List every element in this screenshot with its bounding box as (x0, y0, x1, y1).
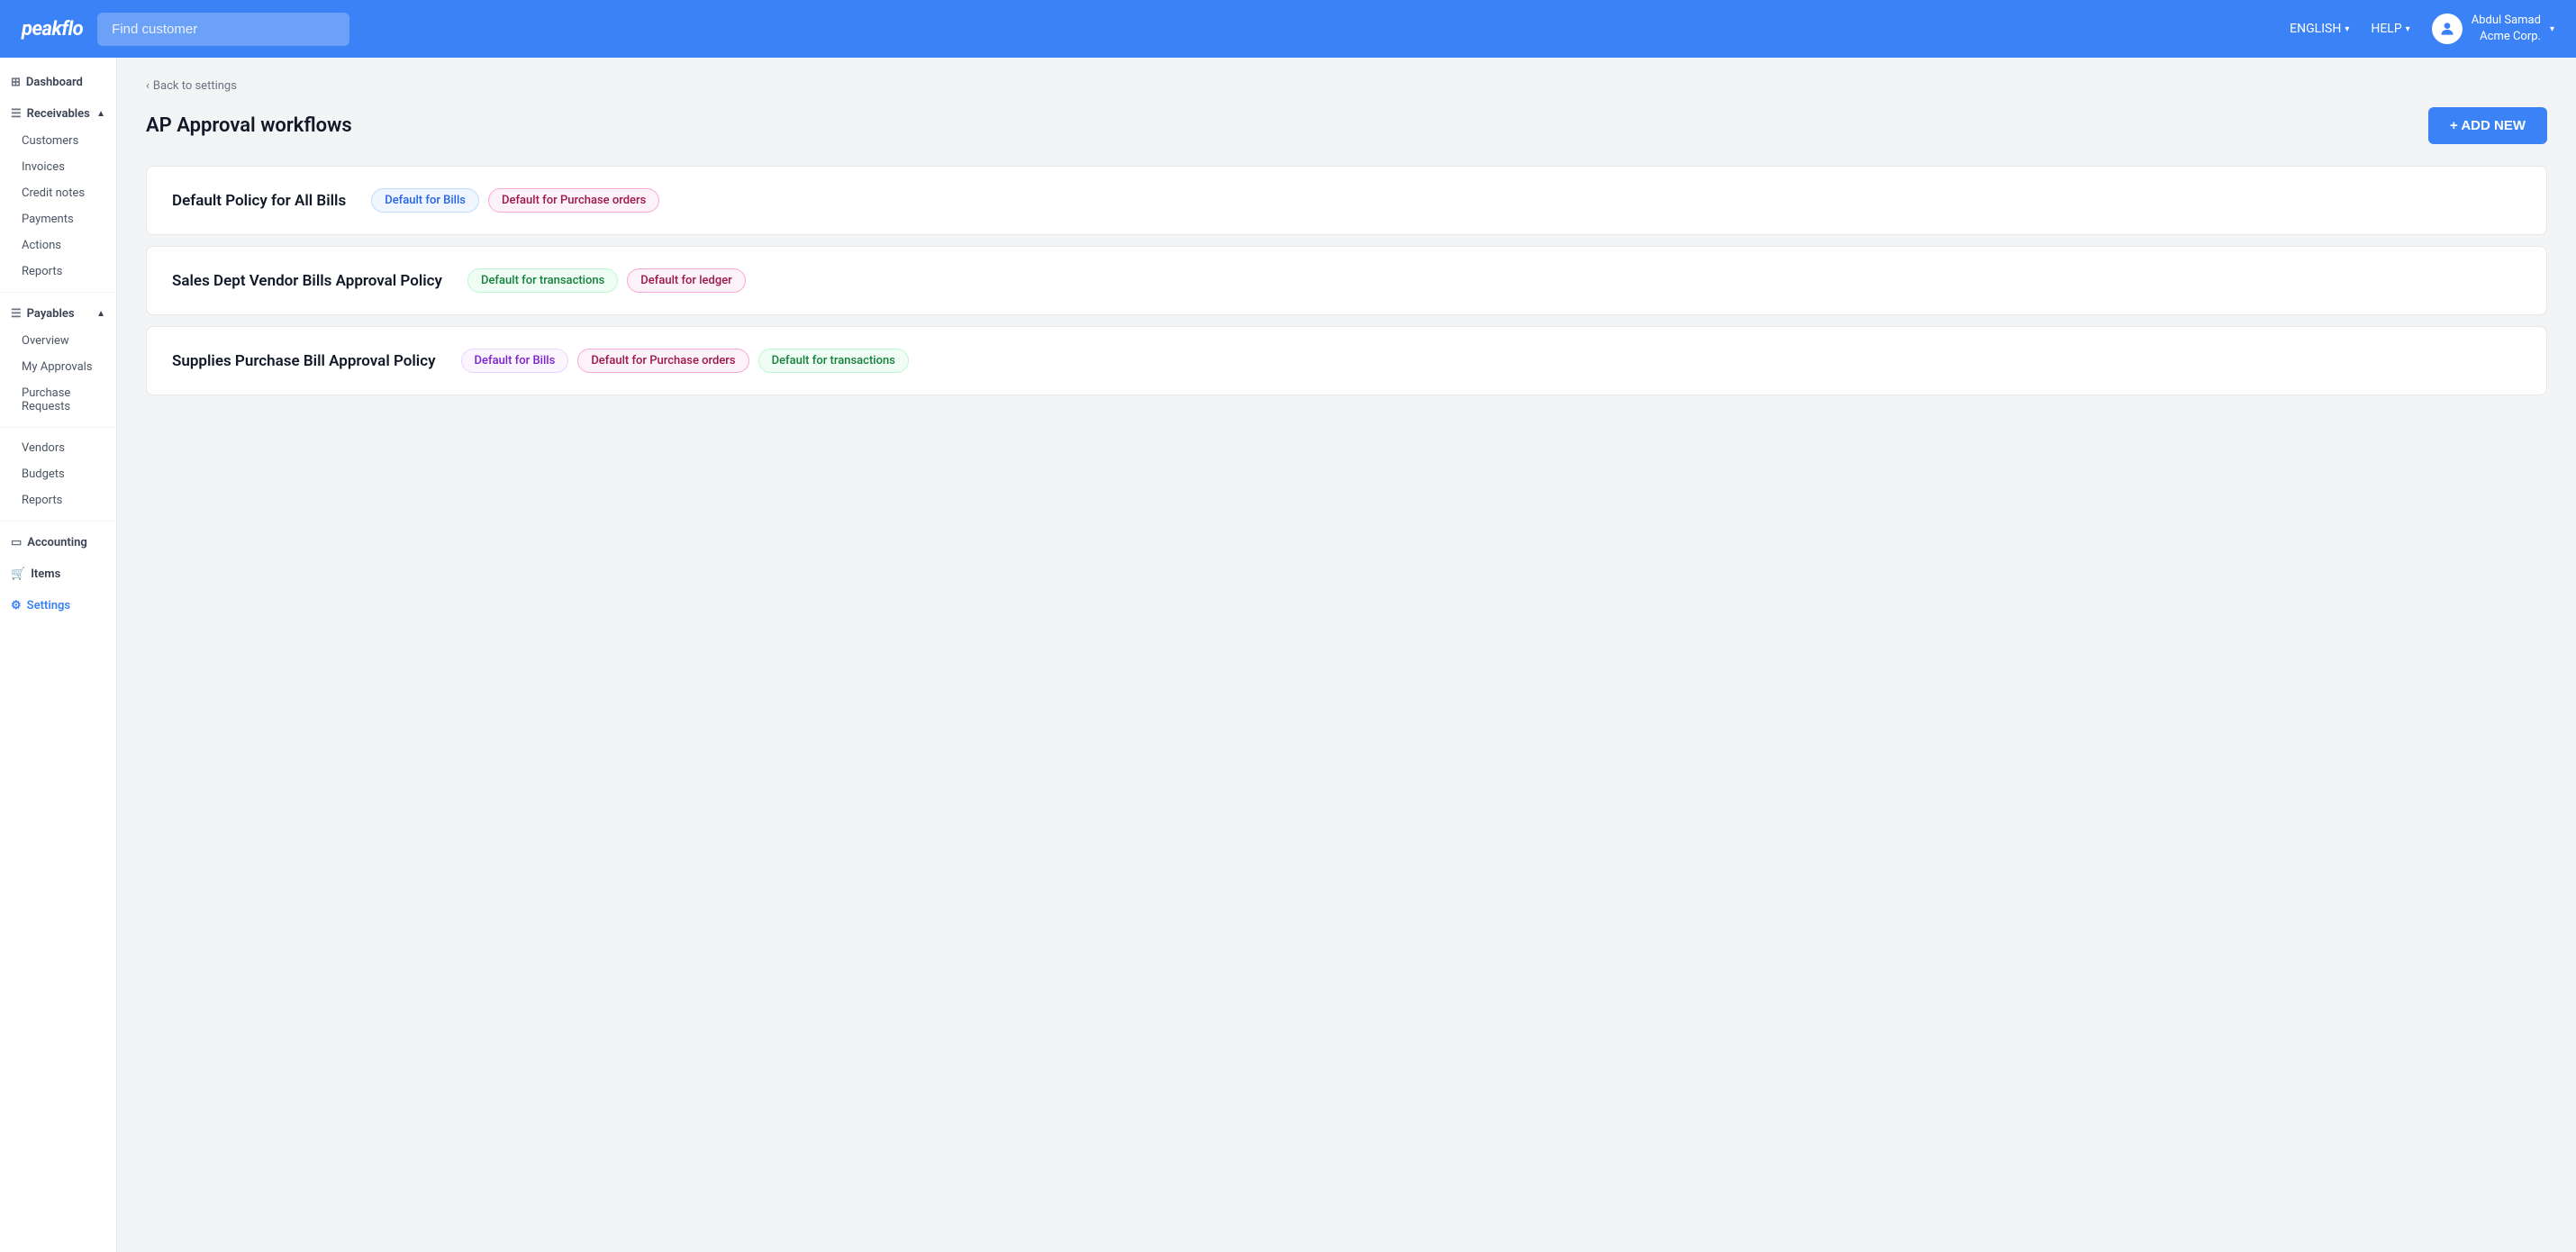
sidebar-divider-3 (0, 521, 116, 522)
policy-card[interactable]: Supplies Purchase Bill Approval Policy De… (146, 326, 2547, 395)
receivables-icon: ☰ (11, 107, 22, 121)
sidebar-item-dashboard[interactable]: ⊞ Dashboard (0, 68, 116, 96)
chevron-down-icon: ▾ (2406, 24, 2410, 34)
sidebar-dashboard-section: ⊞ Dashboard (0, 68, 116, 96)
sidebar-divider-2 (0, 427, 116, 428)
policy-name: Default Policy for All Bills (172, 192, 346, 210)
sidebar-item-accounting[interactable]: ▭ Accounting (0, 529, 116, 557)
sidebar-item-reports-payables[interactable]: Reports (0, 487, 116, 513)
grid-icon: ⊞ (11, 76, 21, 89)
sidebar-item-items[interactable]: 🛒 Items (0, 560, 116, 588)
user-menu[interactable]: Abdul Samad Acme Corp. ▾ (2432, 13, 2554, 45)
policy-card[interactable]: Sales Dept Vendor Bills Approval Policy D… (146, 246, 2547, 315)
settings-icon: ⚙ (11, 599, 22, 612)
chevron-up-icon: ▲ (96, 309, 105, 319)
policy-badge: Default for Purchase orders (577, 349, 748, 373)
sidebar-item-reports-receivables[interactable]: Reports (0, 259, 116, 285)
sidebar-item-settings[interactable]: ⚙ Settings (0, 592, 116, 620)
app-logo: peakflo (22, 18, 83, 41)
header-right: ENGLISH ▾ HELP ▾ Abdul Samad Acme Corp. … (2290, 13, 2554, 45)
chevron-up-icon: ▲ (96, 109, 105, 119)
user-info: Abdul Samad Acme Corp. (2472, 13, 2541, 45)
accounting-icon: ▭ (11, 536, 22, 549)
payables-icon: ☰ (11, 307, 22, 321)
sidebar-payables-section: ☰ Payables ▲ Overview My Approvals Purch… (0, 300, 116, 420)
main-content: ‹ Back to settings AP Approval workflows… (117, 58, 2576, 1252)
sidebar-item-credit-notes[interactable]: Credit notes (0, 180, 116, 206)
chevron-down-icon: ▾ (2550, 24, 2554, 34)
sidebar-settings-section: ⚙ Settings (0, 592, 116, 620)
policy-badges: Default for transactions Default for ledg… (467, 268, 746, 293)
items-icon: 🛒 (11, 567, 25, 581)
policy-name: Supplies Purchase Bill Approval Policy (172, 352, 436, 370)
sidebar-item-purchase-requests[interactable]: Purchase Requests (0, 380, 116, 420)
policy-badge: Default for transactions (758, 349, 909, 373)
back-to-settings-link[interactable]: ‹ Back to settings (146, 79, 2547, 93)
sidebar-items-section: 🛒 Items (0, 560, 116, 588)
sidebar-item-invoices[interactable]: Invoices (0, 154, 116, 180)
add-new-button[interactable]: + ADD NEW (2428, 107, 2547, 144)
page-title: AP Approval workflows (146, 114, 352, 137)
policy-badges: Default for Bills Default for Purchase or… (461, 349, 909, 373)
sidebar-accounting-section: ▭ Accounting (0, 529, 116, 557)
sidebar-item-my-approvals[interactable]: My Approvals (0, 354, 116, 380)
policy-badge: Default for Bills (461, 349, 569, 373)
language-selector[interactable]: ENGLISH ▾ (2290, 22, 2349, 36)
search-input[interactable] (97, 13, 349, 46)
policy-card[interactable]: Default Policy for All Bills Default for … (146, 166, 2547, 235)
app-body: ⊞ Dashboard ☰ Receivables ▲ Customers In… (0, 58, 2576, 1252)
sidebar-item-payments[interactable]: Payments (0, 206, 116, 232)
sidebar-item-budgets[interactable]: Budgets (0, 461, 116, 487)
page-header: AP Approval workflows + ADD NEW (146, 107, 2547, 144)
chevron-down-icon: ▾ (2345, 24, 2349, 34)
sidebar-item-actions[interactable]: Actions (0, 232, 116, 259)
sidebar-divider (0, 292, 116, 293)
policy-cards-list: Default Policy for All Bills Default for … (146, 166, 2547, 395)
sidebar-payables-bottom-section: Vendors Budgets Reports (0, 435, 116, 513)
sidebar-item-overview[interactable]: Overview (0, 328, 116, 354)
avatar (2432, 14, 2463, 44)
policy-badge: Default for Purchase orders (488, 188, 659, 213)
sidebar-receivables-header[interactable]: ☰ Receivables ▲ (0, 100, 116, 128)
sidebar-payables-header[interactable]: ☰ Payables ▲ (0, 300, 116, 328)
policy-badge: Default for Bills (371, 188, 479, 213)
policy-badge: Default for transactions (467, 268, 618, 293)
policy-name: Sales Dept Vendor Bills Approval Policy (172, 272, 442, 290)
sidebar: ⊞ Dashboard ☰ Receivables ▲ Customers In… (0, 58, 117, 1252)
policy-badge: Default for ledger (627, 268, 745, 293)
chevron-left-icon: ‹ (146, 79, 150, 93)
sidebar-item-vendors[interactable]: Vendors (0, 435, 116, 461)
help-selector[interactable]: HELP ▾ (2371, 22, 2409, 36)
app-header: peakflo ENGLISH ▾ HELP ▾ Abdul Samad Acm… (0, 0, 2576, 58)
sidebar-receivables-section: ☰ Receivables ▲ Customers Invoices Credi… (0, 100, 116, 285)
policy-badges: Default for Bills Default for Purchase or… (371, 188, 659, 213)
sidebar-item-customers[interactable]: Customers (0, 128, 116, 154)
